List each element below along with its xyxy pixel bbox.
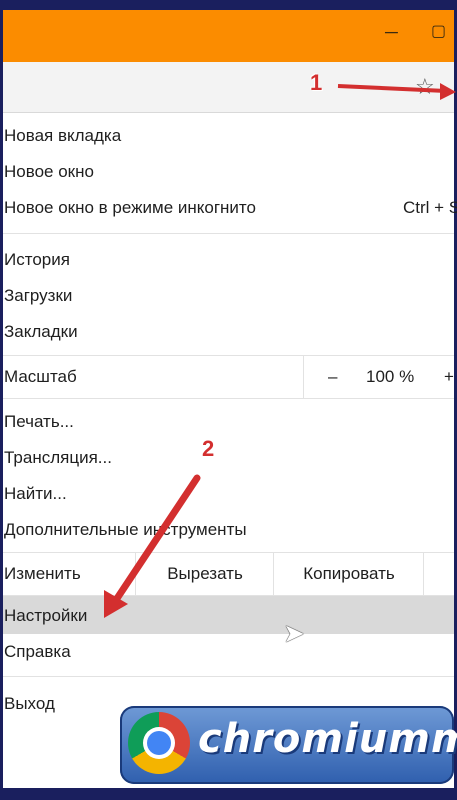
chrome-logo-icon — [128, 712, 190, 774]
arrow-2-line — [112, 474, 201, 604]
frame-bottom — [0, 788, 457, 800]
annotation-arrows — [104, 83, 456, 618]
annotation-badge-1: 1 — [310, 70, 323, 95]
chrome-logo-ring — [143, 727, 175, 759]
arrow-1-line — [337, 84, 447, 93]
mouse-cursor-icon: ➤ — [283, 618, 305, 648]
watermark-text: chromiumm — [198, 716, 457, 762]
chromiumm-watermark: chromiumm — [120, 706, 457, 784]
annotation-badge-2: 2 — [202, 436, 215, 461]
chrome-logo-core — [147, 731, 171, 755]
arrow-1-head — [440, 83, 456, 100]
